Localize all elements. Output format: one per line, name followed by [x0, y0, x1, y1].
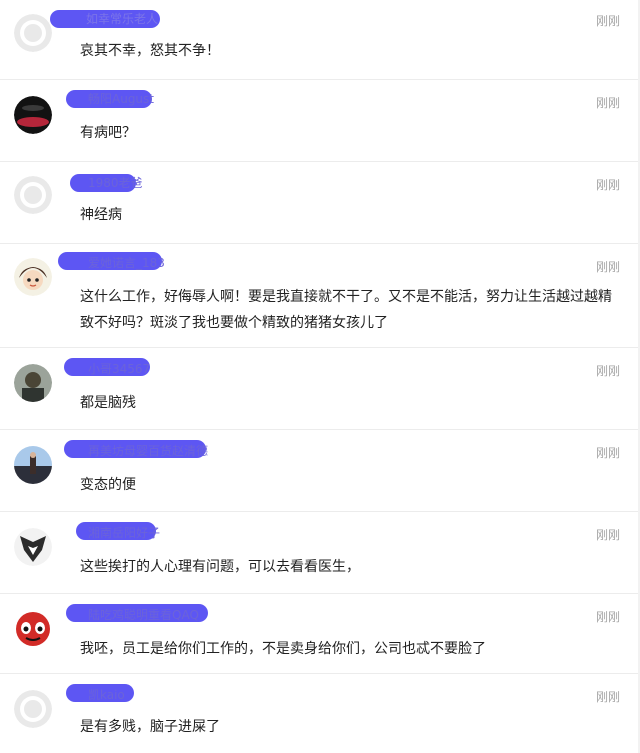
- username[interactable]: 湘南岳阳好子: [80, 524, 168, 542]
- timestamp: 刚刚: [595, 14, 620, 28]
- username[interactable]: 凯kaio: [80, 686, 133, 704]
- cartoon-girl-avatar-icon[interactable]: [14, 258, 52, 296]
- default-avatar-icon[interactable]: [14, 176, 52, 214]
- comment-text: 这什么工作，好侮辱人啊！要是我直接就不干了。又不是不能活，努力让生活越过越精致不…: [80, 289, 612, 331]
- username[interactable]: 再美坊母婴百货赵清德: [80, 442, 216, 460]
- default-avatar-icon[interactable]: [14, 690, 52, 728]
- red-mask-avatar-icon[interactable]: [14, 610, 52, 648]
- timestamp: 刚刚: [595, 690, 620, 704]
- username[interactable]: 陆吃鸡聪明重看QAQ: [80, 606, 207, 624]
- comment-text: 变态的便: [80, 477, 136, 493]
- comment-text: 哀其不幸，怒其不争！: [80, 43, 220, 59]
- comment-item: 如幸常乐老人 刚刚 哀其不幸，怒其不争！: [0, 0, 640, 80]
- comment-text: 是有多贱，脑子进屎了: [80, 719, 220, 735]
- transformer-avatar-icon[interactable]: [14, 528, 52, 566]
- timestamp: 刚刚: [595, 96, 620, 110]
- timestamp: 刚刚: [595, 260, 620, 274]
- timestamp: 刚刚: [595, 528, 620, 542]
- comment-text: 我呸，员工是给你们工作的，不是卖身给你们，公司也忒不要脸了: [80, 641, 486, 657]
- comment-item: 畅阳August 刚刚 有病吧？: [0, 80, 640, 162]
- photo-avatar-icon[interactable]: [14, 446, 52, 484]
- timestamp: 刚刚: [595, 364, 620, 378]
- comment-text: 神经病: [80, 207, 122, 223]
- comment-item: 1980老爸 刚刚 神经病: [0, 162, 640, 244]
- username[interactable]: 小哥34567: [80, 360, 158, 378]
- username[interactable]: 1980老爸: [80, 174, 151, 192]
- timestamp: 刚刚: [595, 446, 620, 460]
- comment-text: 有病吧？: [80, 125, 136, 141]
- timestamp: 刚刚: [595, 610, 620, 624]
- dark-avatar-icon[interactable]: [14, 96, 52, 134]
- comment-text: 都是脑残: [80, 395, 136, 411]
- comment-item: 湘南岳阳好子 刚刚 这些挨打的人心理有问题，可以去看看医生，: [0, 512, 640, 594]
- comment-item: 小哥34567 刚刚 都是脑残: [0, 348, 640, 430]
- comment-item: 凯kaio 刚刚 是有多贱，脑子进屎了: [0, 674, 640, 753]
- comment-text: 这些挨打的人心理有问题，可以去看看医生，: [80, 559, 360, 575]
- username[interactable]: 畅阳August: [80, 90, 162, 108]
- default-avatar-icon[interactable]: [14, 14, 52, 52]
- username[interactable]: 如幸常乐老人: [78, 10, 166, 28]
- comment-item: 陆吃鸡聪明重看QAQ 刚刚 我呸，员工是给你们工作的，不是卖身给你们，公司也忒不…: [0, 594, 640, 674]
- comment-item: 再美坊母婴百货赵清德 刚刚 变态的便: [0, 430, 640, 512]
- photo-avatar-icon[interactable]: [14, 364, 52, 402]
- comment-item: 爱她诺言_183 刚刚 这什么工作，好侮辱人啊！要是我直接就不干了。又不是不能活…: [0, 244, 640, 348]
- username[interactable]: 爱她诺言_183: [80, 254, 173, 272]
- timestamp: 刚刚: [595, 178, 620, 192]
